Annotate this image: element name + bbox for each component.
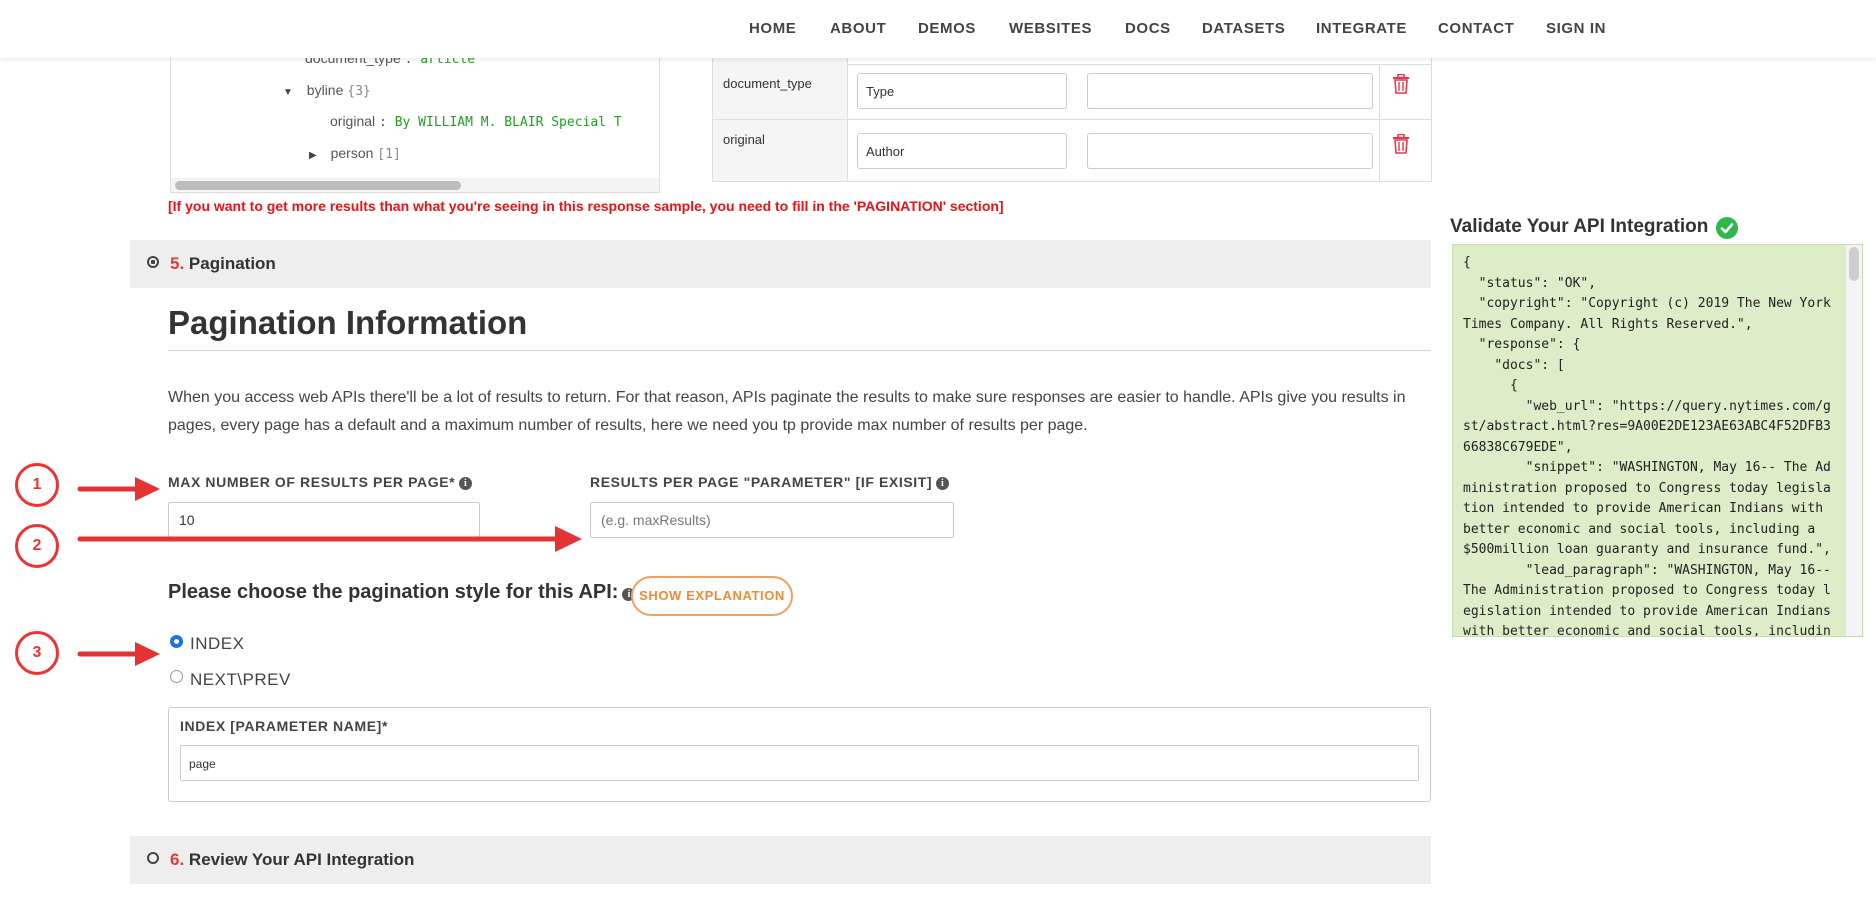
annotation-arrowhead	[135, 642, 160, 666]
nav-about[interactable]: ABOUT	[830, 20, 886, 37]
nav-demos[interactable]: DEMOS	[918, 20, 976, 37]
nav-home[interactable]: HOME	[749, 20, 796, 37]
nav-integrate[interactable]: INTEGRATE	[1316, 20, 1407, 37]
nav-datasets[interactable]: DATASETS	[1202, 20, 1285, 37]
nav-contact[interactable]: CONTACT	[1438, 20, 1514, 37]
nav-websites[interactable]: WEBSITES	[1009, 20, 1092, 37]
annotation-arrowhead	[135, 477, 160, 501]
annotation-arrows	[77, 477, 582, 666]
nav-docs[interactable]: DOCS	[1125, 20, 1171, 37]
nav-sign-in[interactable]: SIGN IN	[1546, 20, 1606, 37]
annotation-arrowhead	[555, 526, 582, 552]
top-nav: HOME ABOUT DEMOS WEBSITES DOCS DATASETS …	[0, 0, 1876, 58]
